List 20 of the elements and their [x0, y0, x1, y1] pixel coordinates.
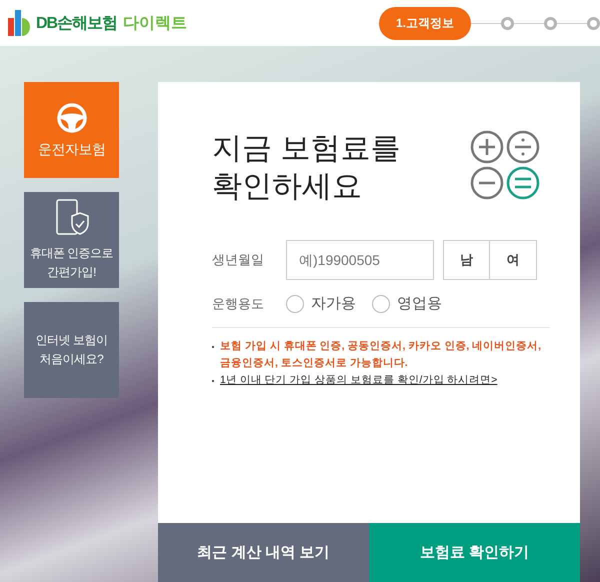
calculator-icon: [470, 130, 542, 202]
gender-button[interactable]: 남: [443, 240, 490, 280]
radio-button[interactable]: [286, 294, 304, 312]
logo-subtext: 다이렉트: [123, 14, 188, 34]
steering-wheel-icon: [56, 102, 88, 134]
logo-text: DB손해보험: [36, 14, 118, 34]
side-tile[interactable]: 인터넷 보험이 처음이세요?: [24, 302, 119, 398]
radio-label[interactable]: 영업용: [397, 294, 442, 313]
short-term-link[interactable]: 1년 이내 단기 가입 상품의 보험료를 확인/가입 하시려면>: [220, 372, 498, 389]
radio-button[interactable]: [372, 294, 390, 312]
gender-button[interactable]: 여: [490, 240, 537, 280]
radio-label[interactable]: 자가용: [311, 294, 356, 313]
history-button[interactable]: 최근 계산 내역 보기: [158, 523, 369, 582]
side-tile[interactable]: 휴대폰 인증으로 간편가입!: [24, 192, 119, 288]
field-label: 생년월일: [212, 251, 265, 269]
notice-text: 보험 가입 시 휴대폰 인증, 공동인증서, 카카오 인증, 네이버인증서, 금융인증서, 토스인증서로 가능합니다.: [220, 339, 542, 371]
field-label: 운행용도: [212, 294, 265, 312]
phone-shield-icon: [54, 198, 88, 238]
card-title: 지금 보험료를 확인하세요: [212, 131, 402, 205]
birthdate-input[interactable]: 예)19900505: [286, 240, 434, 280]
